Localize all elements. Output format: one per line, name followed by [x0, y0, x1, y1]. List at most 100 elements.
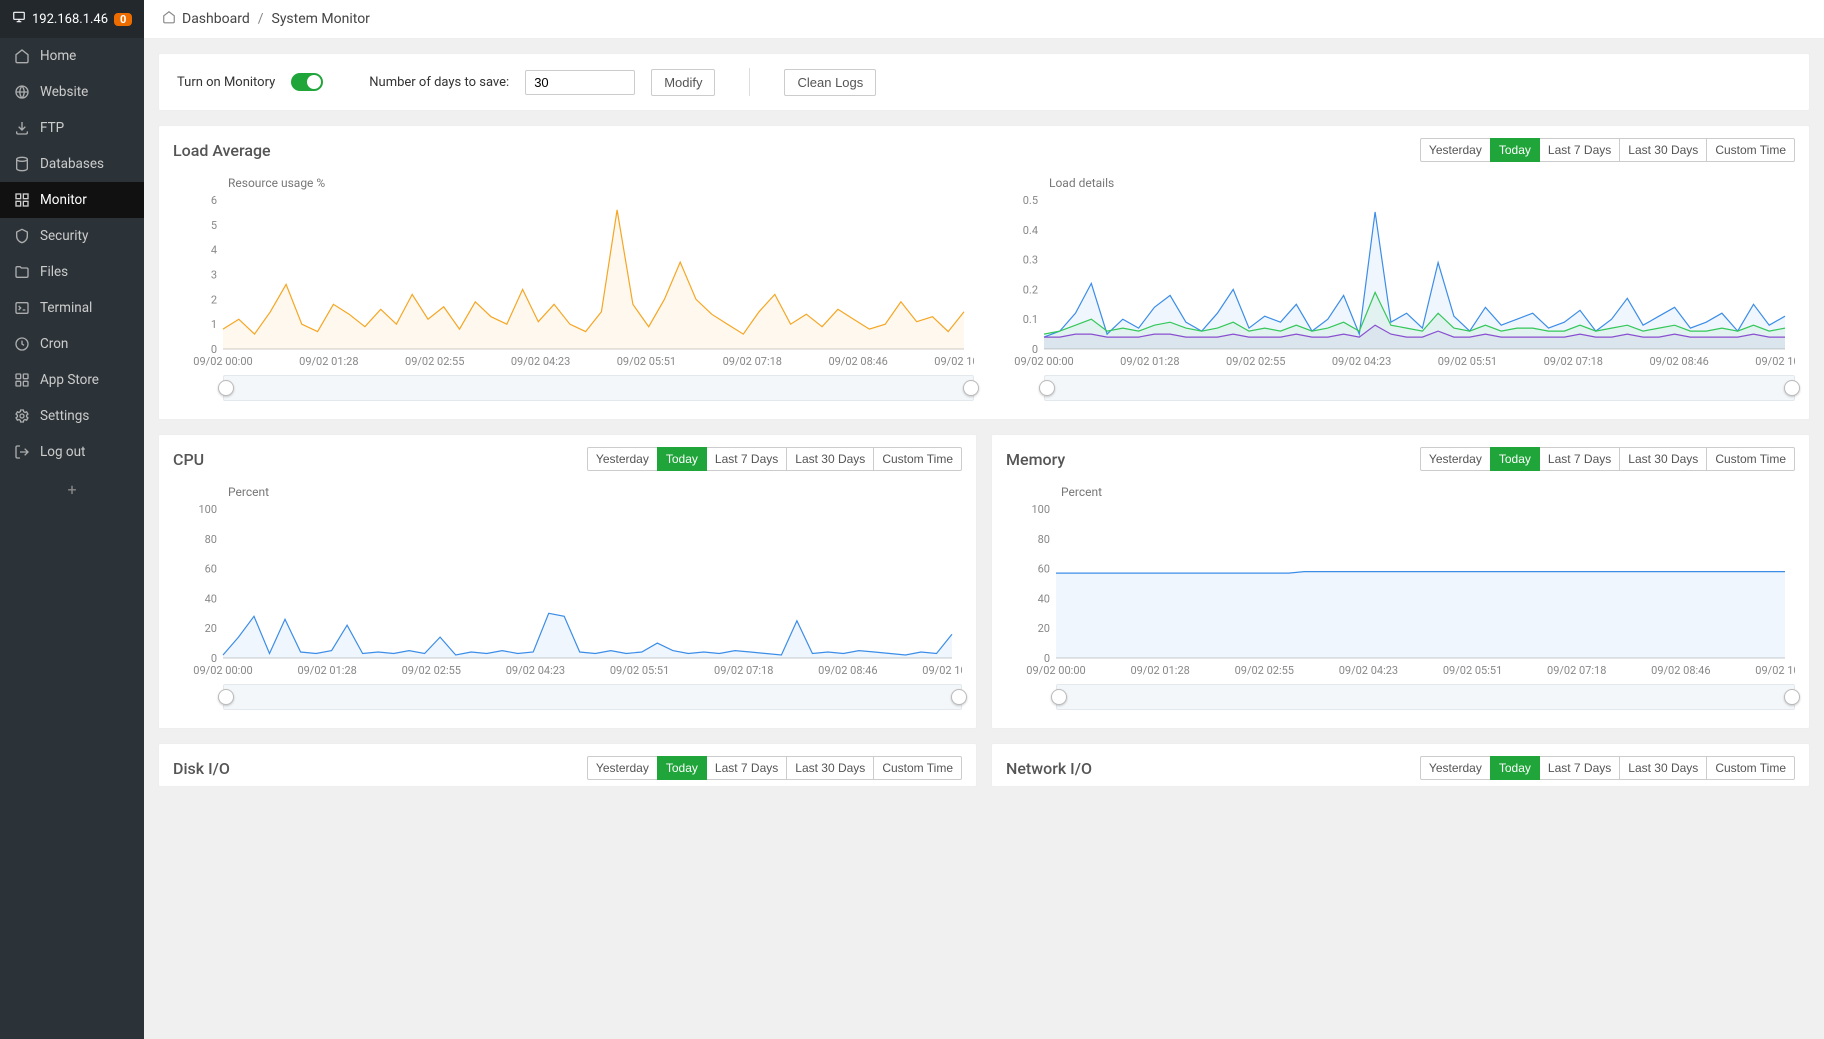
- scrub-handle-left[interactable]: [218, 380, 234, 396]
- sidebar-item-label: Website: [40, 84, 88, 100]
- security-icon: [14, 228, 30, 244]
- svg-text:40: 40: [205, 592, 217, 605]
- sidebar-item-label: Home: [40, 48, 76, 64]
- panel-disk-io: Disk I/O YesterdayTodayLast 7 DaysLast 3…: [158, 743, 977, 787]
- time-range-btn-last-7-days[interactable]: Last 7 Days: [1539, 756, 1620, 780]
- sidebar-item-settings[interactable]: Settings: [0, 398, 144, 434]
- sidebar-item-appstore[interactable]: App Store: [0, 362, 144, 398]
- panel-load-average: Load Average YesterdayTodayLast 7 DaysLa…: [158, 125, 1810, 420]
- time-range-btn-last-7-days[interactable]: Last 7 Days: [706, 447, 787, 471]
- sidebar-item-home[interactable]: Home: [0, 38, 144, 74]
- sidebar-item-label: Monitor: [40, 192, 87, 208]
- sidebar-item-terminal[interactable]: Terminal: [0, 290, 144, 326]
- svg-text:1: 1: [211, 318, 217, 331]
- sidebar-item-label: Log out: [40, 444, 85, 460]
- scrubber-cpu[interactable]: [223, 684, 962, 710]
- sidebar-item-cron[interactable]: Cron: [0, 326, 144, 362]
- home-icon: [162, 10, 176, 28]
- panel-network-io: Network I/O YesterdayTodayLast 7 DaysLas…: [991, 743, 1810, 787]
- time-range-btn-custom-time[interactable]: Custom Time: [1706, 756, 1795, 780]
- svg-text:09/02 10:14: 09/02 10:14: [1755, 355, 1795, 368]
- chart-cpu: 02040608010009/02 00:0009/02 01:2809/02 …: [173, 503, 962, 678]
- scrub-handle-right[interactable]: [951, 689, 967, 705]
- svg-text:09/02 10:14: 09/02 10:14: [922, 664, 962, 677]
- sidebar-item-website[interactable]: Website: [0, 74, 144, 110]
- sidebar-item-label: FTP: [40, 120, 64, 136]
- time-range-memory: YesterdayTodayLast 7 DaysLast 30 DaysCus…: [1420, 447, 1795, 471]
- sidebar-item-monitor[interactable]: Monitor: [0, 182, 144, 218]
- svg-text:0.3: 0.3: [1023, 254, 1038, 267]
- time-range-btn-custom-time[interactable]: Custom Time: [873, 756, 962, 780]
- svg-text:09/02 01:28: 09/02 01:28: [1120, 355, 1179, 368]
- breadcrumb-current: System Monitor: [272, 11, 370, 27]
- sidebar-add-button[interactable]: +: [0, 470, 144, 509]
- notification-badge[interactable]: 0: [114, 13, 132, 26]
- time-range-btn-yesterday[interactable]: Yesterday: [1420, 447, 1491, 471]
- scrub-handle-left[interactable]: [1039, 380, 1055, 396]
- breadcrumb-home[interactable]: Dashboard: [182, 11, 250, 27]
- time-range-btn-last-30-days[interactable]: Last 30 Days: [1619, 138, 1707, 162]
- svg-text:09/02 02:55: 09/02 02:55: [1226, 355, 1285, 368]
- svg-text:09/02 08:46: 09/02 08:46: [1651, 664, 1710, 677]
- time-range-btn-today[interactable]: Today: [1490, 756, 1540, 780]
- time-range-btn-last-7-days[interactable]: Last 7 Days: [1539, 138, 1620, 162]
- chart-memory: 02040608010009/02 00:0009/02 01:2809/02 …: [1006, 503, 1795, 678]
- toggle-label: Turn on Monitory: [177, 75, 275, 90]
- main-content: Dashboard / System Monitor Turn on Monit…: [144, 0, 1824, 1039]
- svg-text:09/02 04:23: 09/02 04:23: [1339, 664, 1398, 677]
- svg-text:100: 100: [1031, 503, 1050, 516]
- sidebar-item-logout[interactable]: Log out: [0, 434, 144, 470]
- time-range-btn-yesterday[interactable]: Yesterday: [1420, 138, 1491, 162]
- sidebar-item-files[interactable]: Files: [0, 254, 144, 290]
- sidebar-item-label: App Store: [40, 372, 99, 388]
- sidebar-header: 192.168.1.46 0: [0, 0, 144, 38]
- scrub-handle-right[interactable]: [1784, 689, 1800, 705]
- scrubber-memory[interactable]: [1056, 684, 1795, 710]
- time-range-btn-last-30-days[interactable]: Last 30 Days: [1619, 756, 1707, 780]
- sidebar-item-ftp[interactable]: FTP: [0, 110, 144, 146]
- scrub-handle-right[interactable]: [963, 380, 979, 396]
- scrub-handle-right[interactable]: [1784, 380, 1800, 396]
- panel-title-load: Load Average: [173, 141, 271, 160]
- svg-text:0.1: 0.1: [1023, 313, 1038, 326]
- monitor-toggle[interactable]: [291, 73, 323, 91]
- svg-text:09/02 04:23: 09/02 04:23: [511, 355, 570, 368]
- cron-icon: [14, 336, 30, 352]
- sidebar-item-databases[interactable]: Databases: [0, 146, 144, 182]
- time-range-btn-today[interactable]: Today: [657, 447, 707, 471]
- time-range-btn-last-30-days[interactable]: Last 30 Days: [1619, 447, 1707, 471]
- svg-text:09/02 04:23: 09/02 04:23: [1332, 355, 1391, 368]
- svg-text:09/02 01:28: 09/02 01:28: [299, 355, 358, 368]
- modify-button[interactable]: Modify: [651, 69, 715, 96]
- clean-logs-button[interactable]: Clean Logs: [784, 69, 876, 96]
- time-range-btn-custom-time[interactable]: Custom Time: [1706, 138, 1795, 162]
- panel-cpu: CPU YesterdayTodayLast 7 DaysLast 30 Day…: [158, 434, 977, 729]
- time-range-btn-yesterday[interactable]: Yesterday: [1420, 756, 1491, 780]
- time-range-net: YesterdayTodayLast 7 DaysLast 30 DaysCus…: [1420, 756, 1795, 780]
- time-range-btn-custom-time[interactable]: Custom Time: [1706, 447, 1795, 471]
- scrubber-load-details[interactable]: [1044, 375, 1795, 401]
- breadcrumb-separator: /: [258, 11, 264, 27]
- time-range-btn-custom-time[interactable]: Custom Time: [873, 447, 962, 471]
- time-range-btn-last-30-days[interactable]: Last 30 Days: [786, 447, 874, 471]
- time-range-btn-last-7-days[interactable]: Last 7 Days: [1539, 447, 1620, 471]
- time-range-btn-today[interactable]: Today: [657, 756, 707, 780]
- time-range-btn-last-7-days[interactable]: Last 7 Days: [706, 756, 787, 780]
- svg-text:09/02 02:55: 09/02 02:55: [405, 355, 464, 368]
- sidebar: 192.168.1.46 0 Home Website FTP Databases Mo…: [0, 0, 144, 1039]
- days-input[interactable]: [525, 70, 635, 95]
- time-range-btn-today[interactable]: Today: [1490, 138, 1540, 162]
- svg-text:0.5: 0.5: [1023, 194, 1038, 207]
- scrub-handle-left[interactable]: [1051, 689, 1067, 705]
- time-range-btn-last-30-days[interactable]: Last 30 Days: [786, 756, 874, 780]
- time-range-btn-yesterday[interactable]: Yesterday: [587, 756, 658, 780]
- sidebar-item-label: Security: [40, 228, 88, 244]
- svg-text:09/02 01:28: 09/02 01:28: [1130, 664, 1189, 677]
- scrub-handle-left[interactable]: [218, 689, 234, 705]
- time-range-btn-today[interactable]: Today: [1490, 447, 1540, 471]
- sidebar-item-label: Settings: [40, 408, 89, 424]
- time-range-btn-yesterday[interactable]: Yesterday: [587, 447, 658, 471]
- svg-text:09/02 08:46: 09/02 08:46: [818, 664, 877, 677]
- sidebar-item-security[interactable]: Security: [0, 218, 144, 254]
- scrubber-resource[interactable]: [223, 375, 974, 401]
